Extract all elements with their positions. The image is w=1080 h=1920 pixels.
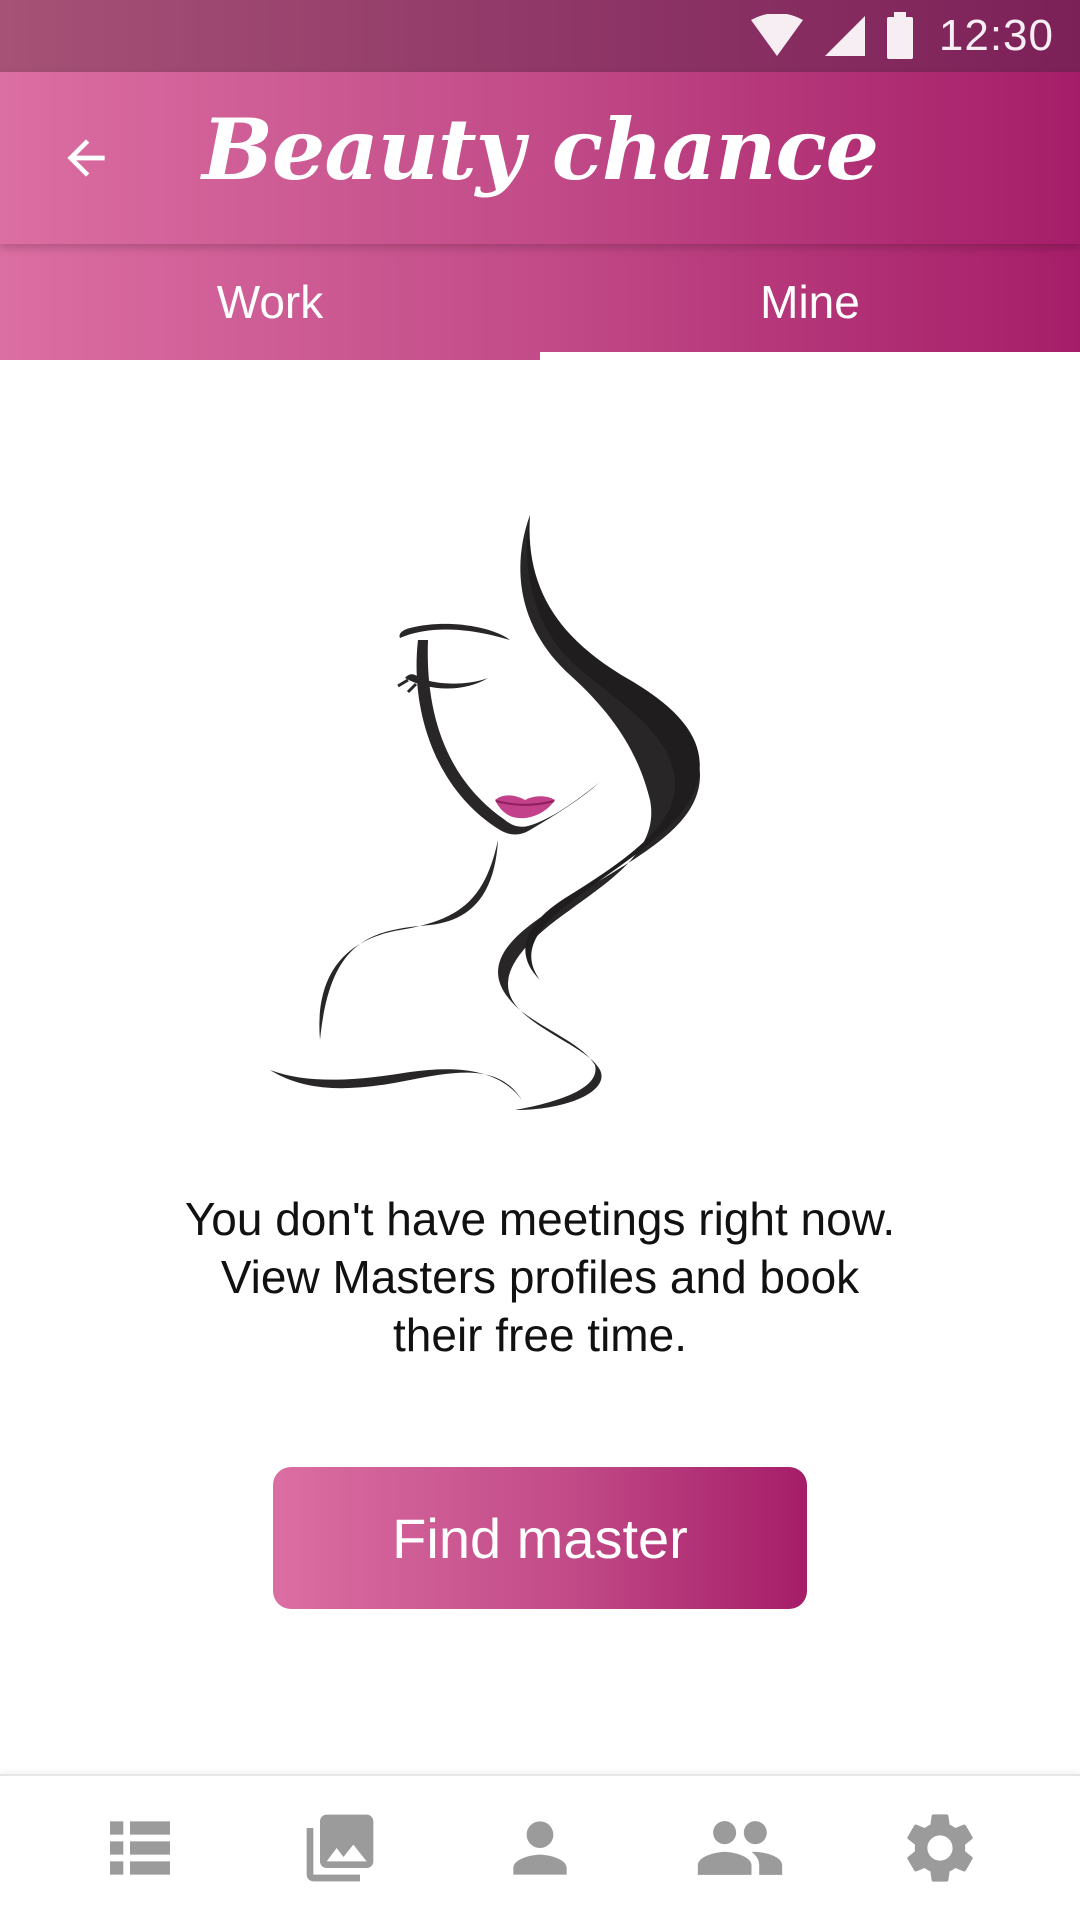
nav-item-list[interactable] [80,1788,200,1908]
battery-icon [885,12,915,60]
woman-face-hair-illustration [270,510,810,1110]
find-master-button[interactable]: Find master [273,1467,807,1609]
tab-label: Work [216,276,324,328]
status-bar: 12:30 [0,0,1080,72]
tab-bar: Work Mine [0,244,1080,360]
tab-selected-indicator [540,352,1080,360]
app-bar: Beauty chance [0,72,1080,244]
tab-mine[interactable]: Mine [540,244,1080,360]
people-icon [697,1821,783,1875]
nav-item-gallery[interactable] [280,1788,400,1908]
tab-work[interactable]: Work [0,244,540,360]
message-line: View Masters profiles and book [220,1251,860,1303]
list-icon [110,1821,170,1875]
wifi-icon [749,14,805,58]
bottom-navigation [0,1774,1080,1920]
app-title: Beauty chance [201,100,879,199]
cell-signal-icon [823,14,867,58]
message-line: You don't have meetings right now. [184,1193,896,1245]
status-time: 12:30 [938,11,1054,60]
empty-state-message: You don't have meetings right now. View … [90,1190,990,1364]
gallery-icon [306,1814,374,1882]
nav-item-settings[interactable] [880,1788,1000,1908]
tab-label: Mine [760,276,860,328]
nav-item-profile[interactable] [480,1788,600,1908]
screen: 12:30 Beauty chance Work Mine You don't … [0,0,1080,1920]
person-icon [513,1821,567,1875]
nav-item-people[interactable] [680,1788,800,1908]
message-line: their free time. [393,1309,687,1361]
settings-gear-icon [907,1814,973,1882]
